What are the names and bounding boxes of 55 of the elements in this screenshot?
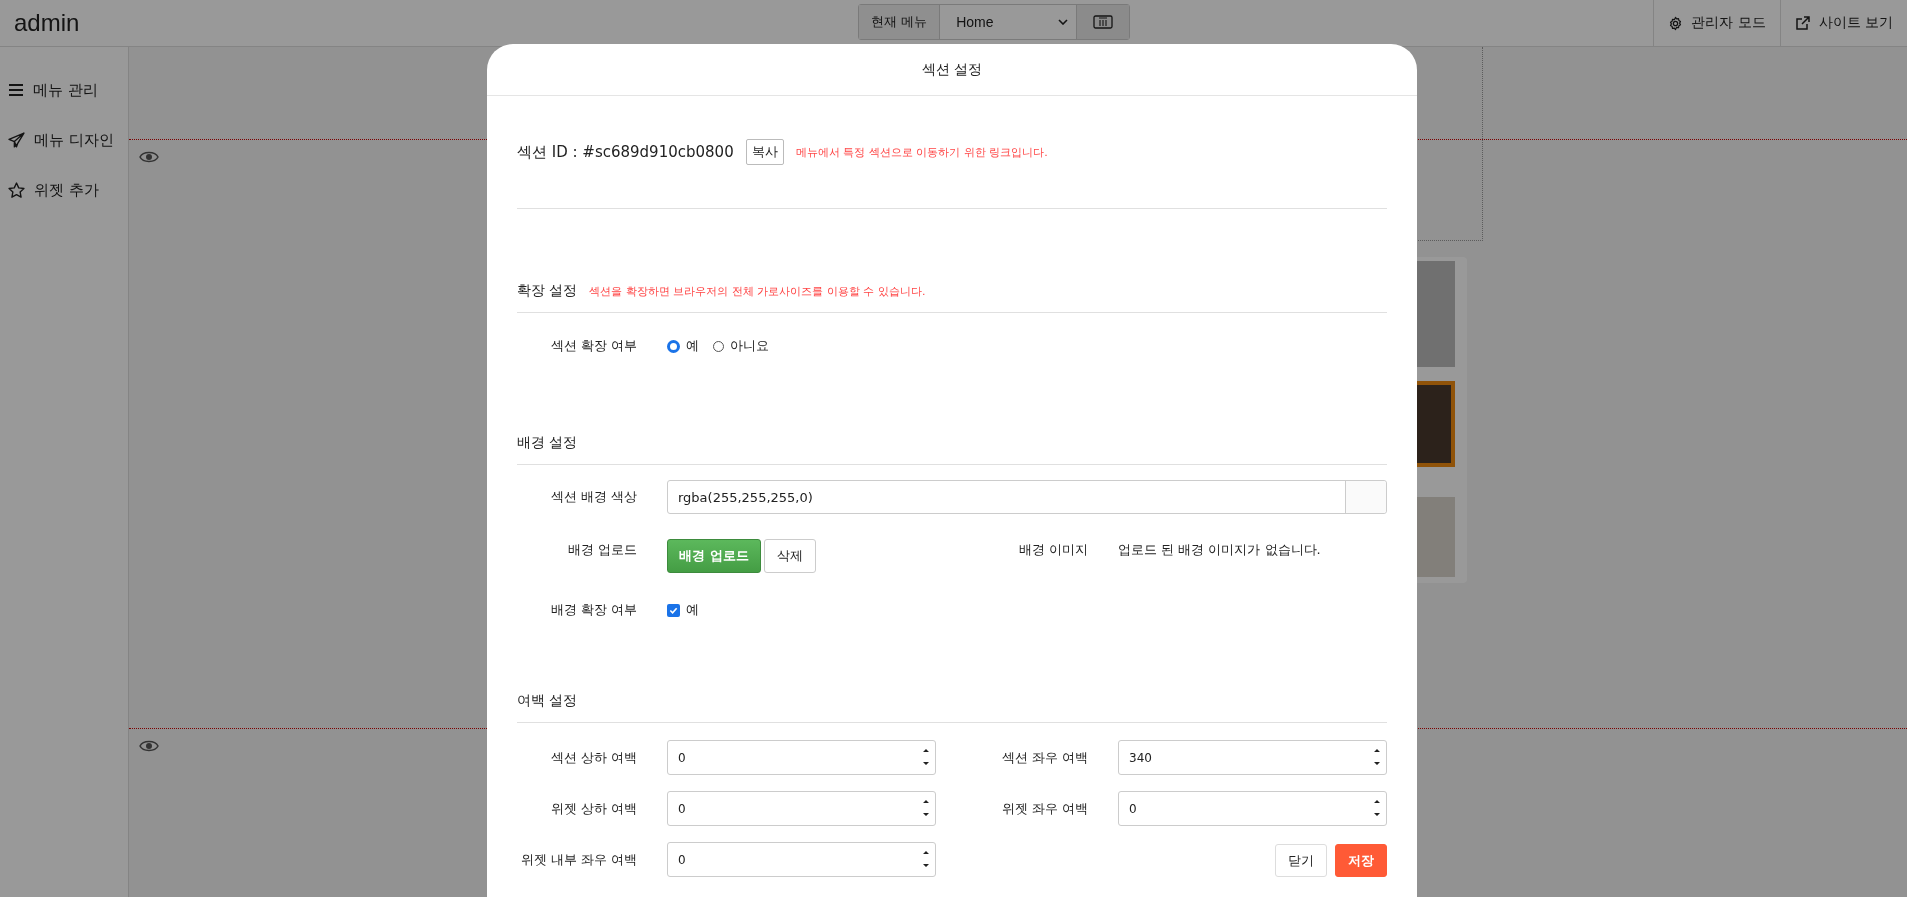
delete-button[interactable]: 삭제	[763, 539, 816, 573]
field-label: 섹션 상하 여백	[549, 748, 637, 767]
paper-plane-icon	[8, 131, 25, 149]
top-action-button[interactable]: 관리자 모드	[1653, 0, 1780, 46]
radio-button[interactable]	[667, 339, 680, 353]
number-input[interactable]: 0	[667, 791, 936, 826]
field-label: 위젯 상하 여백	[549, 799, 637, 818]
current-menu-label: 현재 메뉴	[859, 5, 941, 39]
trash-icon	[1093, 15, 1114, 29]
field-label: 섹션 확장 여부	[549, 337, 637, 355]
number-input[interactable]: 0	[667, 740, 936, 775]
close-button[interactable]: 닫기	[1275, 844, 1327, 877]
field-label: 배경 이미지	[1017, 541, 1088, 559]
spinner-arrows-icon[interactable]	[922, 747, 930, 767]
eye-icon[interactable]	[139, 150, 159, 164]
option-label: 예	[686, 601, 699, 619]
star-icon	[8, 181, 25, 199]
number-input[interactable]: 340	[1118, 740, 1387, 775]
status-text: 업로드 된 배경 이미지가 없습니다.	[1118, 541, 1321, 559]
spinner-arrows-icon[interactable]	[922, 798, 930, 818]
modal-title: 섹션 설정	[921, 60, 983, 79]
sidebar-item[interactable]: 위젯 추가	[0, 165, 128, 215]
field-label: 섹션 좌우 여백	[1000, 748, 1088, 767]
section-id-text: 섹션 ID : #sc689d910cb0800	[517, 142, 734, 162]
top-action-button[interactable]: 사이트 보기	[1779, 0, 1907, 46]
spinner-arrows-icon[interactable]	[1373, 798, 1381, 818]
checkbox[interactable]	[667, 603, 680, 617]
option-label: 아니요	[730, 337, 769, 355]
external-link-icon	[1794, 15, 1811, 31]
sidebar-item[interactable]: 메뉴 관리	[0, 65, 128, 115]
field-label: 배경 업로드	[566, 541, 637, 559]
field-label: 섹션 배경 색상	[549, 488, 637, 506]
delete-button[interactable]	[1077, 5, 1130, 39]
settings-icon	[1668, 15, 1684, 31]
caret-icon	[1058, 19, 1069, 25]
section-heading: 확장 설정	[517, 282, 578, 300]
number-input[interactable]: 0	[667, 842, 936, 877]
number-input[interactable]: 0	[1118, 791, 1387, 826]
section-heading: 여백 설정	[517, 692, 578, 710]
spinner-arrows-icon[interactable]	[1373, 747, 1381, 767]
section-heading: 배경 설정	[517, 434, 578, 452]
hint-text: 메뉴에서 특정 섹션으로 이동하기 위한 링크입니다.	[795, 144, 1048, 160]
spinner-arrows-icon[interactable]	[922, 849, 930, 869]
option-label: 예	[686, 337, 699, 355]
color-swatch[interactable]	[1345, 481, 1386, 513]
copy-button[interactable]: 복사	[745, 139, 784, 165]
hint-text: 섹션을 확장하면 브라우저의 전체 가로사이즈를 이용할 수 있습니다.	[589, 284, 926, 299]
sidebar-item[interactable]: 메뉴 디자인	[0, 115, 128, 165]
eye-icon[interactable]	[139, 739, 159, 753]
logo-text[interactable]: admin	[14, 9, 80, 37]
field-label: 위젯 내부 좌우 여백	[519, 850, 637, 869]
color-input[interactable]: rgba(255,255,255,0)	[667, 480, 1387, 514]
field-label: 배경 확장 여부	[549, 601, 637, 619]
field-label: 위젯 좌우 여백	[1000, 799, 1088, 818]
menu-icon	[8, 82, 24, 98]
